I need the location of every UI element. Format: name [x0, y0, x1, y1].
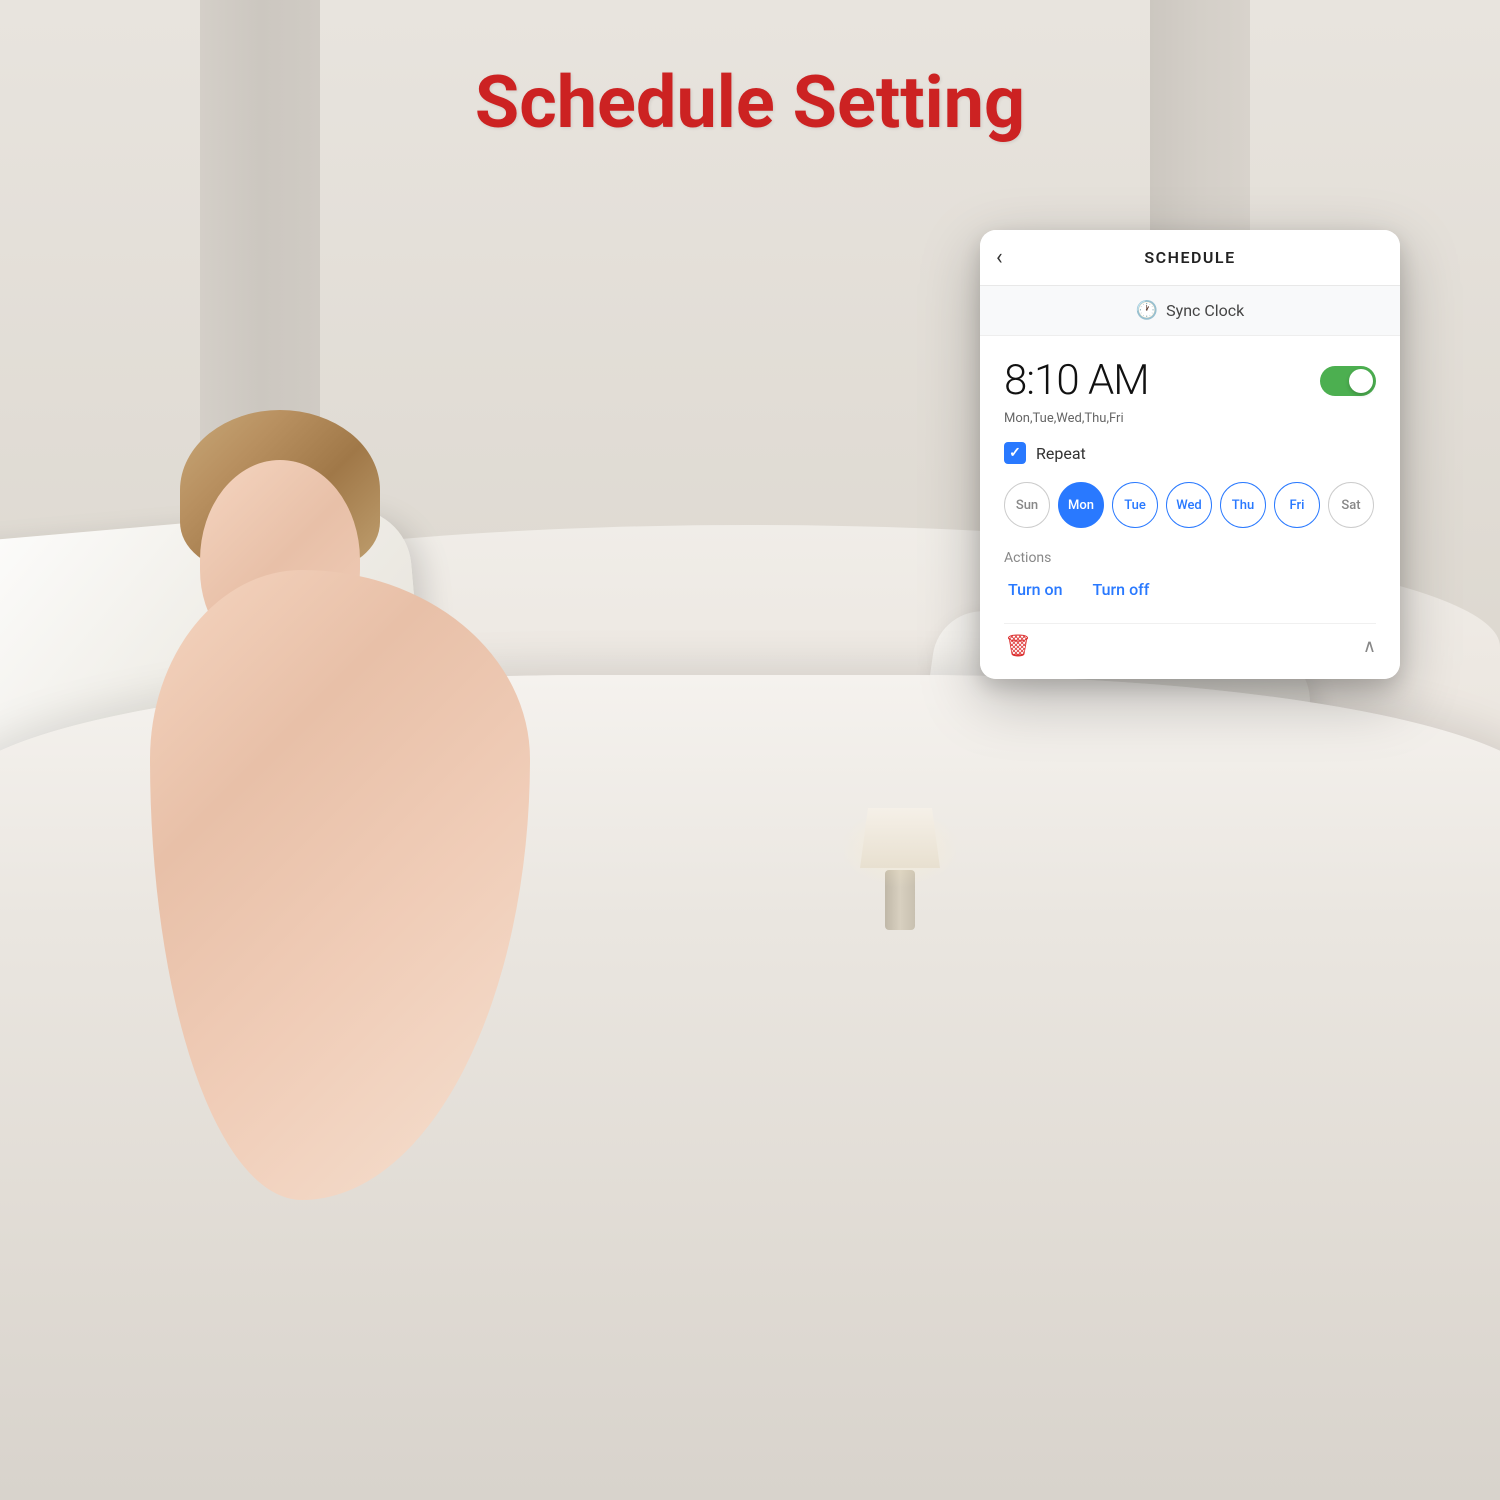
- sync-clock-label: Sync Clock: [1166, 301, 1244, 320]
- day-button-thu[interactable]: Thu: [1220, 482, 1266, 528]
- checkmark-icon: ✓: [1009, 445, 1021, 461]
- card-bottom-row: 🗑 ∧: [1004, 623, 1376, 659]
- lamp-shade: [860, 808, 940, 868]
- day-button-sun[interactable]: Sun: [1004, 482, 1050, 528]
- person-body: [150, 570, 530, 1200]
- days-row: SunMonTueWedThuFriSat: [1004, 482, 1376, 528]
- toggle-knob: [1349, 369, 1373, 393]
- person-sleeping: [50, 300, 600, 1200]
- actions-section: Actions Turn on Turn off: [1004, 550, 1376, 603]
- day-button-mon[interactable]: Mon: [1058, 482, 1104, 528]
- bedside-lamp: [860, 808, 940, 930]
- sync-clock-row[interactable]: 🕐 Sync Clock: [980, 286, 1400, 336]
- delete-button[interactable]: 🗑: [1004, 634, 1032, 659]
- sync-clock-icon: 🕐: [1136, 300, 1158, 321]
- day-button-sat[interactable]: Sat: [1328, 482, 1374, 528]
- page-title: Schedule Setting: [475, 60, 1025, 145]
- schedule-top-row: 8:10 AM: [1004, 356, 1376, 405]
- day-button-tue[interactable]: Tue: [1112, 482, 1158, 528]
- turn-on-button[interactable]: Turn on: [1008, 576, 1063, 603]
- actions-buttons: Turn on Turn off: [1004, 576, 1376, 603]
- actions-label: Actions: [1004, 550, 1376, 566]
- day-button-fri[interactable]: Fri: [1274, 482, 1320, 528]
- repeat-row: ✓ Repeat: [1004, 442, 1376, 464]
- app-card: ‹ SCHEDULE 🕐 Sync Clock 8:10 AM Mon,Tue,…: [980, 230, 1400, 679]
- collapse-button[interactable]: ∧: [1363, 636, 1376, 657]
- repeat-checkbox[interactable]: ✓: [1004, 442, 1026, 464]
- app-header-title: SCHEDULE: [1144, 248, 1235, 267]
- schedule-toggle[interactable]: [1320, 366, 1376, 396]
- background-image: [0, 0, 1500, 1500]
- schedule-days-summary: Mon,Tue,Wed,Thu,Fri: [1004, 411, 1376, 426]
- schedule-time[interactable]: 8:10 AM: [1004, 356, 1149, 405]
- app-header: ‹ SCHEDULE: [980, 230, 1400, 286]
- repeat-label: Repeat: [1036, 444, 1086, 463]
- day-button-wed[interactable]: Wed: [1166, 482, 1212, 528]
- turn-off-button[interactable]: Turn off: [1093, 576, 1150, 603]
- back-button[interactable]: ‹: [996, 245, 1003, 270]
- schedule-card: 8:10 AM Mon,Tue,Wed,Thu,Fri ✓ Repeat Sun…: [980, 336, 1400, 679]
